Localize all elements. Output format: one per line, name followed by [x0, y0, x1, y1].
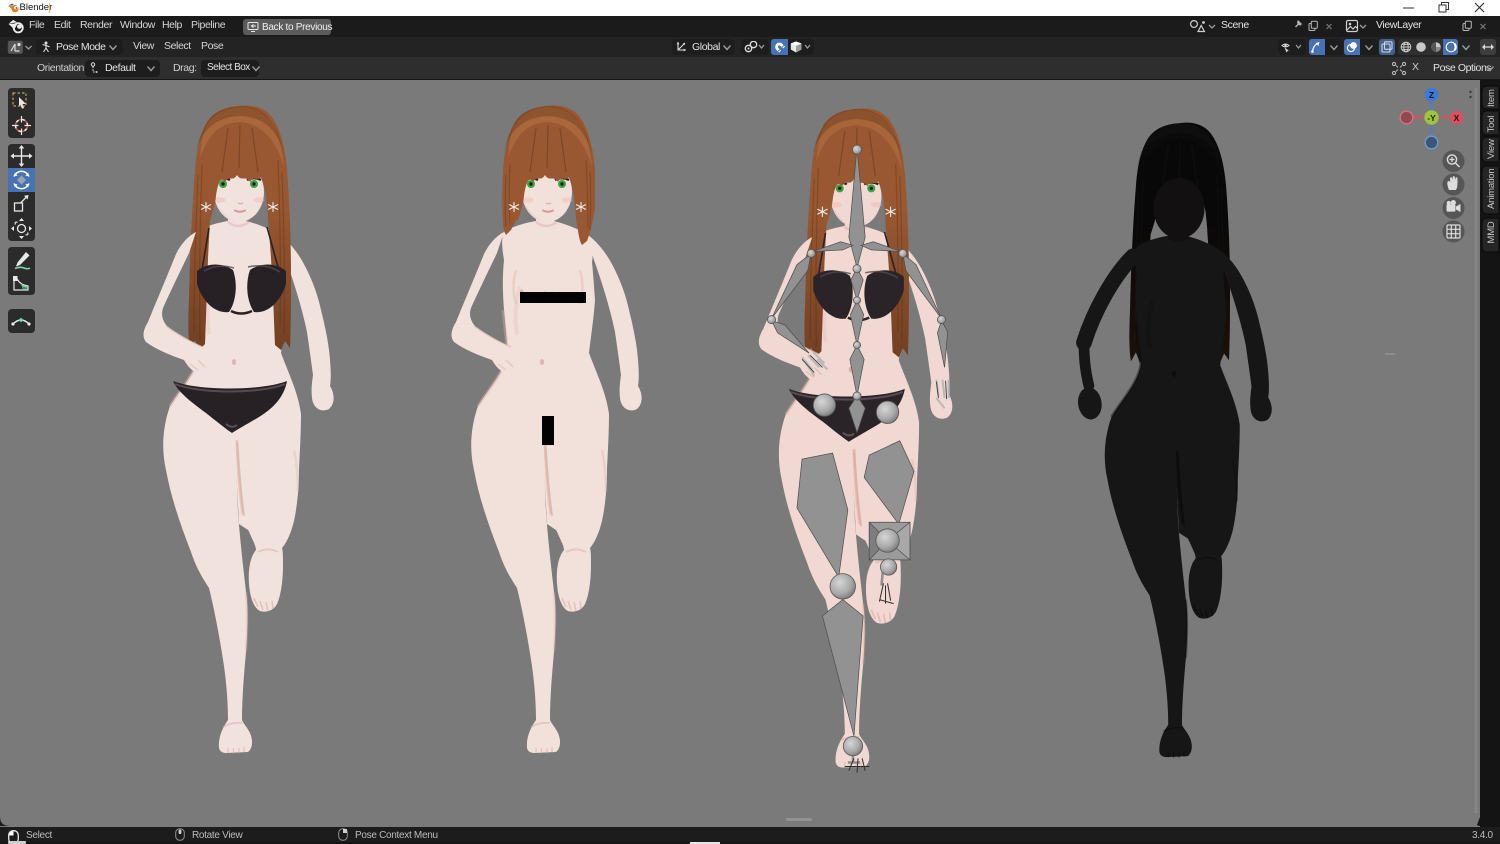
- svg-text:Animation: Animation: [1486, 169, 1497, 209]
- svg-text:X: X: [1454, 113, 1460, 123]
- svg-text:MMD: MMD: [1486, 221, 1497, 243]
- svg-text:-Y: -Y: [1427, 113, 1436, 123]
- svg-text:Z: Z: [1429, 90, 1434, 100]
- svg-text:Tool: Tool: [1486, 116, 1497, 133]
- svg-text:View: View: [1486, 139, 1497, 159]
- svg-text:Item: Item: [1486, 89, 1497, 107]
